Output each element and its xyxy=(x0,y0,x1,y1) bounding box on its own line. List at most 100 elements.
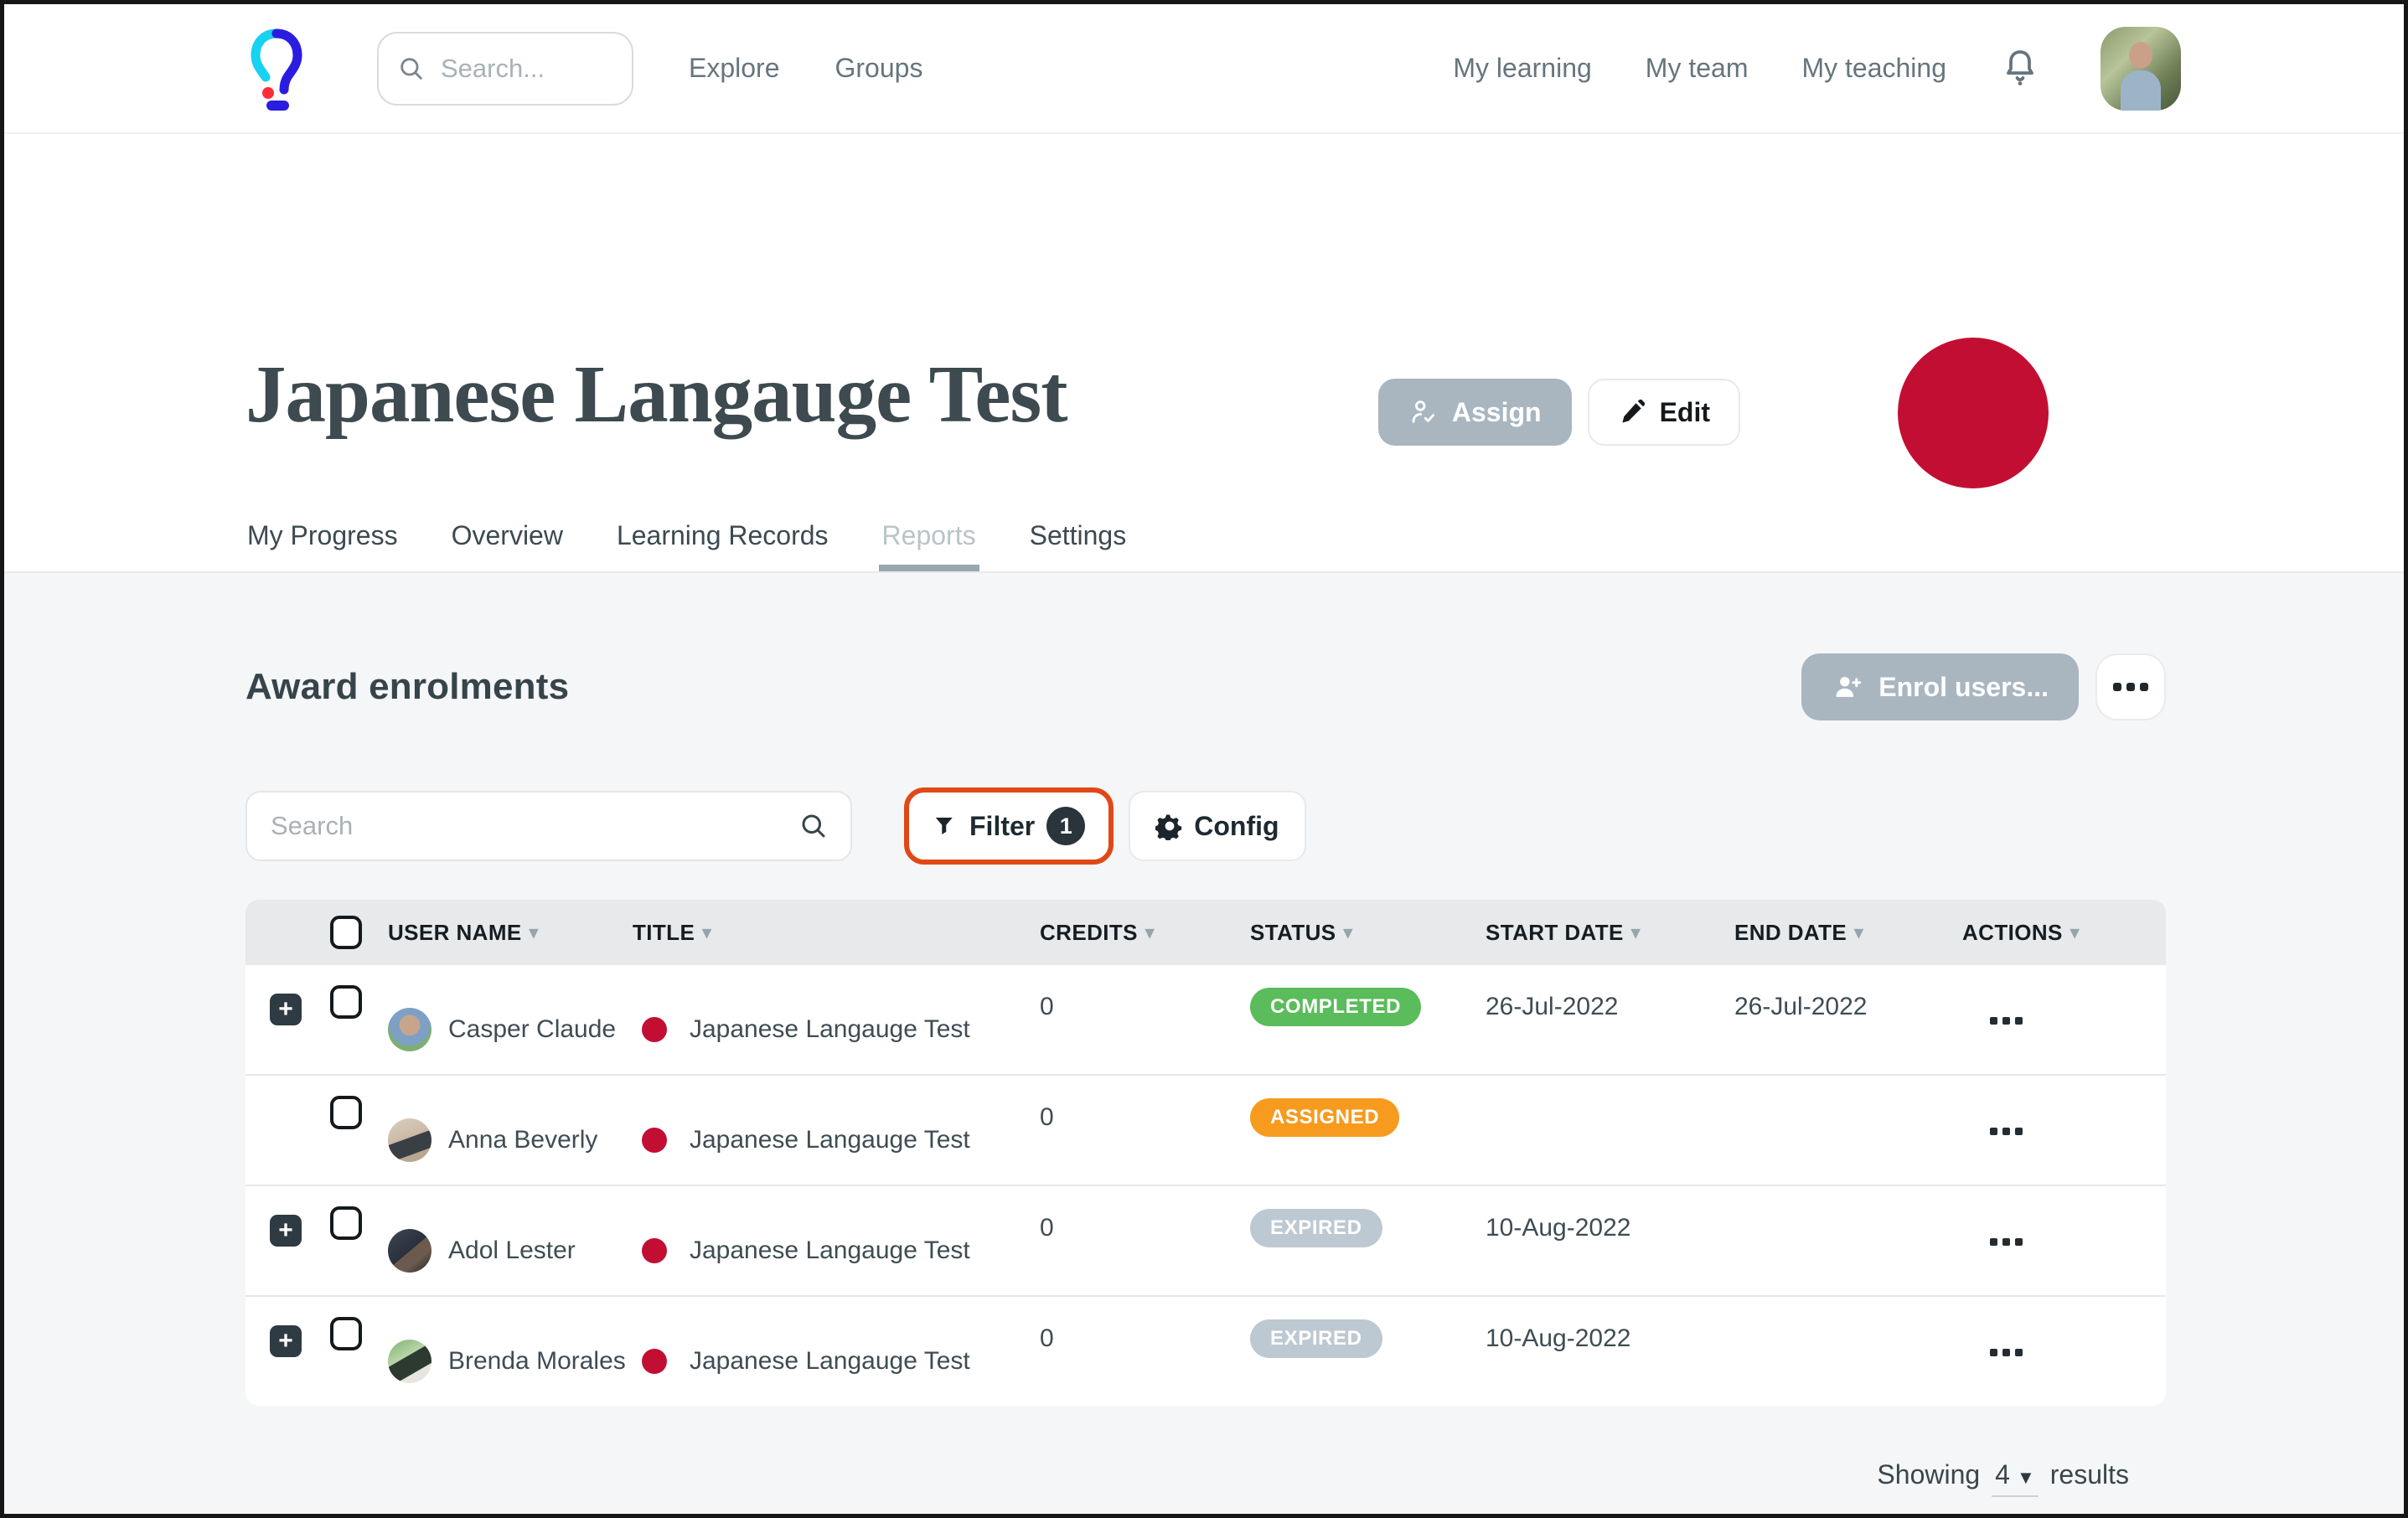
start-date: 10-Aug-2022 xyxy=(1486,1214,1630,1242)
sort-icon: ▾ xyxy=(1854,922,1863,943)
award-thumbnail xyxy=(642,1017,667,1042)
gear-icon xyxy=(1155,812,1184,840)
sort-icon: ▾ xyxy=(1631,922,1641,943)
global-search xyxy=(377,32,633,106)
assign-button[interactable]: Assign xyxy=(1378,379,1572,446)
toolbar-actions: Enrol users... xyxy=(1801,653,2166,720)
hero-actions: Assign Edit xyxy=(1378,379,1740,446)
sort-icon: ▾ xyxy=(1344,922,1353,943)
select-all-checkbox[interactable] xyxy=(330,916,362,949)
pencil-icon xyxy=(1618,398,1646,426)
row-actions-button[interactable] xyxy=(1962,1076,2166,1185)
award-thumbnail xyxy=(642,1128,667,1153)
row-checkbox[interactable] xyxy=(330,1206,362,1240)
credits-value: 0 xyxy=(1040,1103,1054,1131)
enrolments-table: USER NAME▾ TITLE▾ CREDITS▾ STATUS▾ START… xyxy=(245,900,2166,1406)
edit-button[interactable]: Edit xyxy=(1588,379,1740,446)
credits-value: 0 xyxy=(1040,1324,1054,1352)
col-status[interactable]: STATUS▾ xyxy=(1250,920,1486,946)
expand-row-button[interactable]: + xyxy=(270,1325,302,1357)
top-navigation: Explore Groups My learning My team My te… xyxy=(4,4,2404,134)
tab-bar: My Progress Overview Learning Records Re… xyxy=(4,500,2404,573)
tab-overview[interactable]: Overview xyxy=(450,500,565,571)
sort-icon: ▾ xyxy=(702,922,711,943)
table-row: + Adol Lester Japanese Langauge Test 0 E… xyxy=(245,1185,2166,1295)
ellipsis-icon xyxy=(1990,1128,1997,1135)
section-toolbar: Award enrolments Enrol users... xyxy=(245,573,2166,720)
section-heading: Award enrolments xyxy=(245,666,569,708)
nav-my-teaching[interactable]: My teaching xyxy=(1801,53,1946,84)
user-name: Anna Beverly xyxy=(448,1126,597,1154)
user-name: Brenda Morales xyxy=(448,1347,626,1376)
filter-row: Filter 1 Config xyxy=(245,787,2166,865)
col-end-date[interactable]: END DATE▾ xyxy=(1734,920,1962,946)
nav-groups[interactable]: Groups xyxy=(835,53,923,84)
row-actions-button[interactable] xyxy=(1962,965,2166,1074)
col-actions[interactable]: ACTIONS▾ xyxy=(1962,920,2166,946)
config-button[interactable]: Config xyxy=(1129,791,1305,861)
row-actions-button[interactable] xyxy=(1962,1297,2166,1406)
tab-settings[interactable]: Settings xyxy=(1028,500,1129,571)
tab-reports[interactable]: Reports xyxy=(881,500,978,571)
list-search-input[interactable] xyxy=(269,810,798,842)
ellipsis-icon xyxy=(1990,1349,1997,1356)
enrol-users-label: Enrol users... xyxy=(1878,672,2049,703)
col-user-name[interactable]: USER NAME▾ xyxy=(388,920,633,946)
expand-row-button[interactable]: + xyxy=(270,994,302,1025)
more-options-button[interactable] xyxy=(2095,653,2166,720)
sort-icon: ▾ xyxy=(530,922,539,943)
search-icon[interactable] xyxy=(798,811,829,841)
filter-count-badge: 1 xyxy=(1046,807,1085,845)
lightbulb-logo-icon[interactable] xyxy=(250,25,303,112)
table-row: + Casper Claude Japanese Langauge Test 0… xyxy=(245,965,2166,1074)
table-row: + Brenda Morales Japanese Langauge Test … xyxy=(245,1295,2166,1406)
row-actions-button[interactable] xyxy=(1962,1186,2166,1295)
award-title: Japanese Langauge Test xyxy=(690,1008,970,1051)
funnel-icon xyxy=(933,813,958,839)
status-badge: COMPLETED xyxy=(1250,988,1421,1026)
person-check-icon xyxy=(1408,397,1439,427)
start-date: 10-Aug-2022 xyxy=(1486,1324,1630,1352)
sort-icon: ▾ xyxy=(2070,922,2080,943)
global-search-input[interactable] xyxy=(439,53,613,85)
row-checkbox[interactable] xyxy=(330,1096,362,1129)
award-title: Japanese Langauge Test xyxy=(690,1340,970,1383)
filter-button[interactable]: Filter 1 xyxy=(904,787,1114,865)
ellipsis-icon xyxy=(2113,683,2121,691)
award-title: Japanese Langauge Test xyxy=(690,1229,970,1273)
status-badge: ASSIGNED xyxy=(1250,1098,1399,1137)
ellipsis-icon xyxy=(1990,1238,1997,1246)
notifications-bell-icon[interactable] xyxy=(2000,47,2040,90)
row-checkbox[interactable] xyxy=(330,1317,362,1350)
ellipsis-icon xyxy=(1990,1017,1997,1025)
enrol-users-button[interactable]: Enrol users... xyxy=(1801,653,2079,720)
edit-label: Edit xyxy=(1660,397,1710,428)
end-date: 26-Jul-2022 xyxy=(1734,993,1867,1020)
app-window: Explore Groups My learning My team My te… xyxy=(0,0,2408,1518)
award-thumbnail xyxy=(642,1349,667,1374)
tab-learning-records[interactable]: Learning Records xyxy=(615,500,830,571)
nav-my-team[interactable]: My team xyxy=(1646,53,1749,84)
nav-right-cluster: My learning My team My teaching xyxy=(1453,27,2181,111)
nav-my-learning[interactable]: My learning xyxy=(1453,53,1591,84)
col-credits[interactable]: CREDITS▾ xyxy=(1040,920,1250,946)
profile-avatar[interactable] xyxy=(2101,27,2181,111)
table-row: + Anna Beverly Japanese Langauge Test 0 … xyxy=(245,1074,2166,1185)
results-count-dropdown[interactable]: 4▼ xyxy=(1992,1459,2039,1497)
user-avatar xyxy=(388,1118,431,1162)
user-name: Casper Claude xyxy=(448,1015,616,1044)
table-header-row: USER NAME▾ TITLE▾ CREDITS▾ STATUS▾ START… xyxy=(245,900,2166,965)
tab-my-progress[interactable]: My Progress xyxy=(245,500,400,571)
assign-label: Assign xyxy=(1452,397,1542,428)
award-hero: Japanese Langauge Test Assign Edit xyxy=(4,134,2404,500)
reports-content: Award enrolments Enrol users... xyxy=(4,573,2404,1515)
row-checkbox[interactable] xyxy=(330,985,362,1019)
col-title[interactable]: TITLE▾ xyxy=(633,920,1040,946)
col-start-date[interactable]: START DATE▾ xyxy=(1486,920,1734,946)
status-badge: EXPIRED xyxy=(1250,1209,1382,1247)
nav-explore[interactable]: Explore xyxy=(689,53,780,84)
filter-label: Filter xyxy=(969,811,1035,842)
chevron-down-icon: ▼ xyxy=(2017,1467,2035,1489)
results-summary: Showing 4▼ results xyxy=(245,1459,2166,1497)
expand-row-button[interactable]: + xyxy=(270,1215,302,1247)
